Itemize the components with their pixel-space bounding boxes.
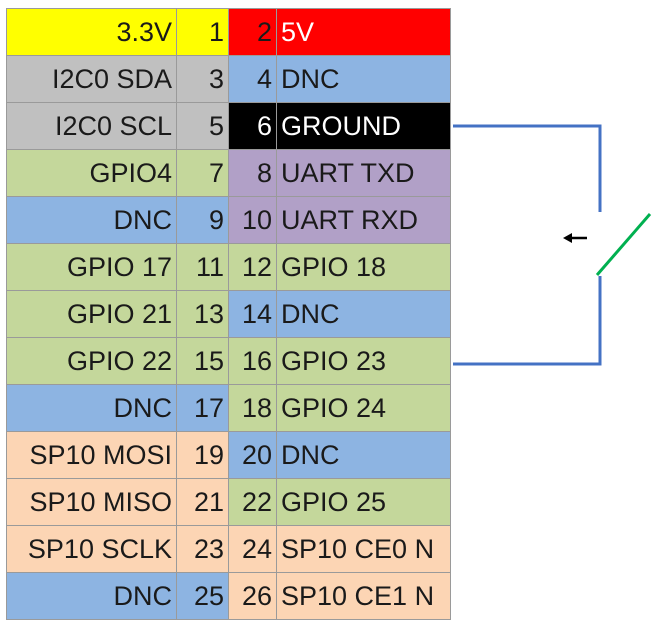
arrow-left-head-icon	[563, 233, 572, 243]
ground-wire	[453, 124, 602, 212]
gpio-pinout-diagram: 3.3V 1 2 5V I2C0 SDA 3 4 DNC I2C0 SCL 5 6 GROUND GPI…	[0, 0, 653, 638]
switch-lever-icon	[595, 213, 652, 276]
gpio23-wire	[453, 276, 602, 366]
switch-wiring	[453, 124, 652, 366]
